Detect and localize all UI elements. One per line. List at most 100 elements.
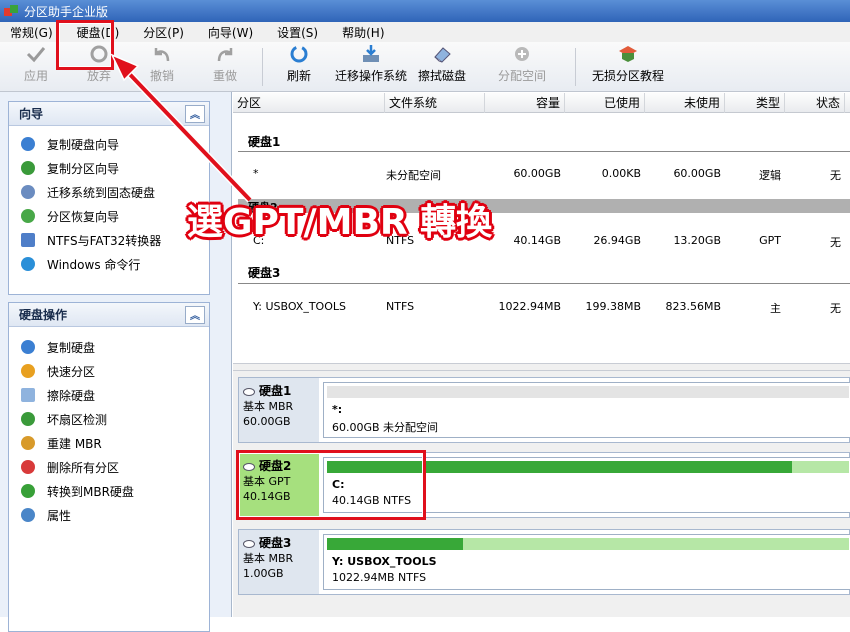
app-icon <box>4 5 18 17</box>
wipe-label: 擦拭磁盘 <box>417 69 466 83</box>
cell-free: 823.56MB <box>665 300 721 313</box>
wizard-item-windows-cmd[interactable]: Windows 命令行 <box>9 252 209 276</box>
toolbar: 应用 放弃 撤销 重做 刷新 迁移操作系统 擦拭磁盘 分配空间 无损分区教程 <box>0 42 850 92</box>
column-partition[interactable]: 分区 <box>233 93 385 113</box>
disk-card-1[interactable]: 硬盘1 基本 MBR 60.00GB *: 60.00GB 未分配空间 <box>238 377 850 443</box>
cell-status: 无 <box>830 169 841 182</box>
partition-table-header: 分区 文件系统 容量 已使用 未使用 类型 状态 <box>233 93 850 113</box>
disk-op-copy-disk[interactable]: 复制硬盘 <box>9 335 209 359</box>
menu-general[interactable]: 常规(G) <box>4 24 59 41</box>
cell-used: 199.38MB <box>585 300 641 313</box>
disk-info: 硬盘1 基本 MBR 60.00GB <box>239 378 319 442</box>
refresh-icon <box>288 44 310 64</box>
column-type[interactable]: 类型 <box>725 93 785 113</box>
highlight-disk2 <box>236 450 426 520</box>
item-label: 属性 <box>47 508 72 523</box>
collapse-chevron-icon[interactable]: ︽ <box>185 104 205 123</box>
wizard-item-ntfs-fat32[interactable]: NTFS与FAT32转换器 <box>9 228 209 252</box>
menu-settings[interactable]: 设置(S) <box>271 24 324 41</box>
item-label: NTFS与FAT32转换器 <box>47 233 162 248</box>
column-capacity[interactable]: 容量 <box>485 93 565 113</box>
disk-op-properties[interactable]: 属性 <box>9 503 209 527</box>
menu-wizard[interactable]: 向导(W) <box>202 24 259 41</box>
rebuild-mbr-icon <box>21 436 35 450</box>
disk-ops-panel: 硬盘操作 ︽ 复制硬盘 快速分区 擦除硬盘 坏扇区检测 重建 MBR 删除所有分… <box>8 302 210 632</box>
partition-detail: 60.00GB 未分配空间 <box>332 421 439 434</box>
cell-free: 60.00GB <box>673 167 721 180</box>
window-title: 分区助手企业版 <box>24 4 109 19</box>
highlight-disk-menu <box>56 20 114 70</box>
item-label: 复制硬盘 <box>47 340 96 355</box>
annotation-callout: 選GPT/MBR 轉換 <box>187 202 493 243</box>
item-label: 重建 MBR <box>47 436 102 451</box>
allocate-icon <box>511 44 533 64</box>
item-label: 转换到MBR硬盘 <box>47 484 134 499</box>
disk-size: 60.00GB <box>243 415 291 428</box>
disk-card-3[interactable]: 硬盘3 基本 MBR 1.00GB Y: USBOX_TOOLS 1022.94… <box>238 529 850 595</box>
cell-capacity: 60.00GB <box>513 167 561 180</box>
migrate-os-button[interactable]: 迁移操作系统 <box>333 42 409 92</box>
column-status[interactable]: 状态 <box>785 93 845 113</box>
tutorial-button[interactable]: 无损分区教程 <box>590 42 666 92</box>
usage-bar <box>327 386 849 398</box>
apply-button[interactable]: 应用 <box>18 42 54 92</box>
partition-block[interactable]: Y: USBOX_TOOLS 1022.94MB NTFS <box>323 534 850 590</box>
wizard-item-copy-disk[interactable]: 复制硬盘向导 <box>9 132 209 156</box>
cell-status: 无 <box>830 302 841 315</box>
menu-partition[interactable]: 分区(P) <box>137 24 190 41</box>
item-label: 迁移系统到固态硬盘 <box>47 185 156 200</box>
disk-op-delete-all[interactable]: 删除所有分区 <box>9 455 209 479</box>
disk-op-wipe-disk[interactable]: 擦除硬盘 <box>9 383 209 407</box>
cell-used: 26.94GB <box>593 234 641 247</box>
column-free[interactable]: 未使用 <box>645 93 725 113</box>
partition-detail: 1022.94MB NTFS <box>332 571 427 584</box>
allocate-space-button[interactable]: 分配空间 <box>496 42 548 92</box>
redo-label: 重做 <box>212 69 237 83</box>
item-label: Windows 命令行 <box>47 257 141 272</box>
eraser-icon <box>431 44 453 64</box>
redo-button[interactable]: 重做 <box>207 42 243 92</box>
column-filesystem[interactable]: 文件系统 <box>385 93 485 113</box>
disk-op-bad-sector[interactable]: 坏扇区检测 <box>9 407 209 431</box>
partition-label: *: <box>332 403 343 416</box>
properties-icon <box>21 508 35 522</box>
wizard-item-migrate-ssd[interactable]: 迁移系统到固态硬盘 <box>9 180 209 204</box>
checkmark-icon <box>25 44 47 64</box>
item-label: 分区恢复向导 <box>47 209 120 224</box>
cell-type: 主 <box>770 302 781 315</box>
disk-size: 1.00GB <box>243 567 284 580</box>
column-used[interactable]: 已使用 <box>565 93 645 113</box>
cell-partition: * <box>253 167 259 180</box>
disk-ops-panel-header[interactable]: 硬盘操作 ︽ <box>9 303 209 327</box>
collapse-chevron-icon[interactable]: ︽ <box>185 305 205 324</box>
wipe-disk-button[interactable]: 擦拭磁盘 <box>417 42 467 92</box>
disk-style: 基本 MBR <box>243 400 294 413</box>
disk-op-rebuild-mbr[interactable]: 重建 MBR <box>9 431 209 455</box>
disk-op-quick-partition[interactable]: 快速分区 <box>9 359 209 383</box>
partition-block[interactable]: *: 60.00GB 未分配空间 <box>323 382 850 438</box>
menu-bar: 常规(G) 硬盘(D) 分区(P) 向导(W) 设置(S) 帮助(H) <box>0 22 850 42</box>
windows-icon <box>21 257 35 271</box>
item-label: 坏扇区检测 <box>47 412 108 427</box>
wizard-item-partition-recovery[interactable]: 分区恢复向导 <box>9 204 209 228</box>
copy-partition-icon <box>21 161 35 175</box>
usage-fill <box>327 538 463 550</box>
wizard-panel-title: 向导 <box>19 107 44 121</box>
cell-partition: Y: USBOX_TOOLS <box>253 300 346 313</box>
cell-capacity: 1022.94MB <box>498 300 561 313</box>
undo-button[interactable]: 撤销 <box>144 42 180 92</box>
wizard-panel-header[interactable]: 向导 ︽ <box>9 102 209 126</box>
item-label: 复制硬盘向导 <box>47 137 120 152</box>
disk-group-label: 硬盘1 <box>248 135 281 149</box>
disk-ops-panel-title: 硬盘操作 <box>19 308 68 322</box>
disk-op-convert-mbr[interactable]: 转换到MBR硬盘 <box>9 479 209 503</box>
toolbar-separator <box>262 48 263 86</box>
tutorial-icon <box>617 44 639 64</box>
refresh-button[interactable]: 刷新 <box>281 42 317 92</box>
migrate-icon <box>360 44 382 64</box>
pane-splitter[interactable] <box>233 363 850 371</box>
eraser-icon <box>21 388 35 402</box>
wizard-item-copy-partition[interactable]: 复制分区向导 <box>9 156 209 180</box>
menu-help[interactable]: 帮助(H) <box>336 24 390 41</box>
refresh-label: 刷新 <box>286 69 311 83</box>
